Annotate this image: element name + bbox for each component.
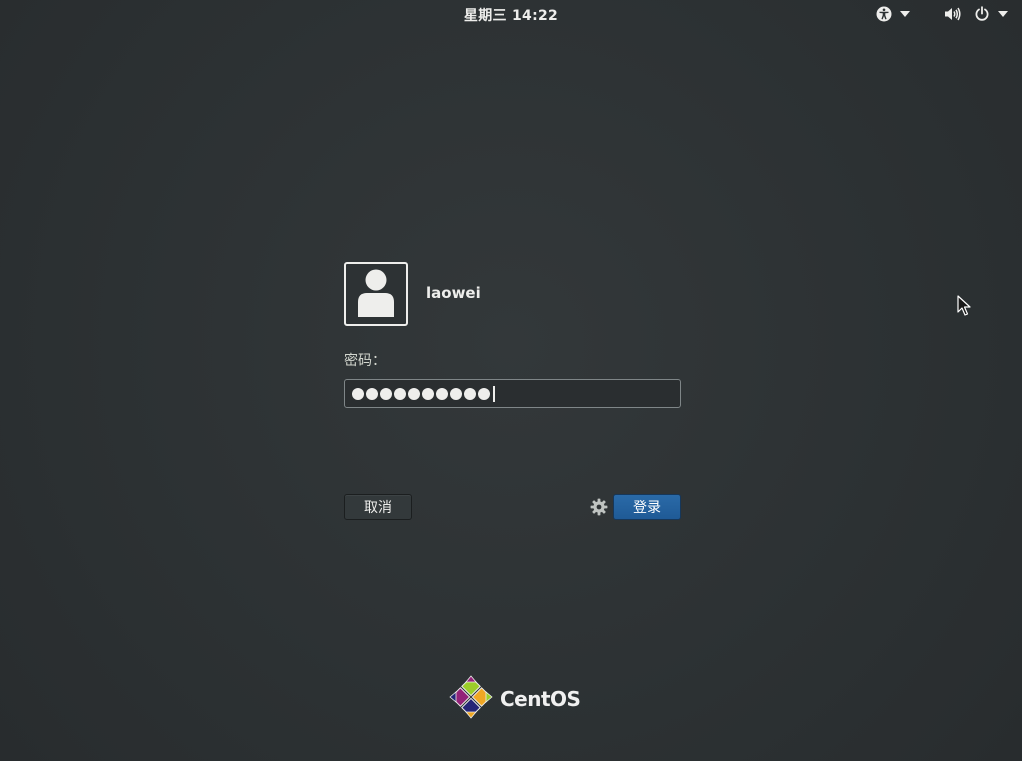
- system-menu[interactable]: [944, 6, 1008, 22]
- cancel-button[interactable]: 取消: [344, 494, 412, 520]
- centos-logo-icon: [449, 675, 493, 723]
- password-label: 密码：: [344, 353, 386, 369]
- centos-wordmark: CentOS: [500, 687, 581, 711]
- password-dot: [352, 387, 364, 400]
- password-dot: [450, 387, 462, 400]
- accessibility-menu[interactable]: [876, 6, 910, 22]
- chevron-down-icon: [900, 11, 910, 17]
- password-dot: [422, 387, 434, 400]
- volume-icon: [944, 6, 962, 22]
- gear-icon[interactable]: [590, 498, 608, 516]
- password-dot: [436, 387, 448, 400]
- password-mask: [352, 387, 492, 400]
- password-field[interactable]: [344, 379, 681, 408]
- centos-logo: CentOS: [449, 675, 581, 723]
- password-dot: [478, 387, 490, 400]
- password-dot: [464, 387, 476, 400]
- clock[interactable]: 星期三 14:22: [0, 5, 1022, 25]
- mouse-pointer-icon: [957, 295, 971, 321]
- password-dot: [394, 387, 406, 400]
- username-label: laowei: [426, 284, 481, 302]
- avatar: [344, 262, 408, 326]
- login-screen: 星期三 14:22 laowei 密码： 取消 登录 CentOS: [0, 0, 1022, 761]
- password-dot: [408, 387, 420, 400]
- password-dot: [366, 387, 378, 400]
- user-icon: [356, 267, 396, 321]
- password-dot: [380, 387, 392, 400]
- accessibility-icon: [876, 6, 892, 22]
- top-bar: 星期三 14:22: [0, 0, 1022, 28]
- power-icon: [974, 6, 990, 22]
- login-button[interactable]: 登录: [613, 494, 681, 520]
- chevron-down-icon: [998, 11, 1008, 17]
- text-cursor: [493, 385, 495, 402]
